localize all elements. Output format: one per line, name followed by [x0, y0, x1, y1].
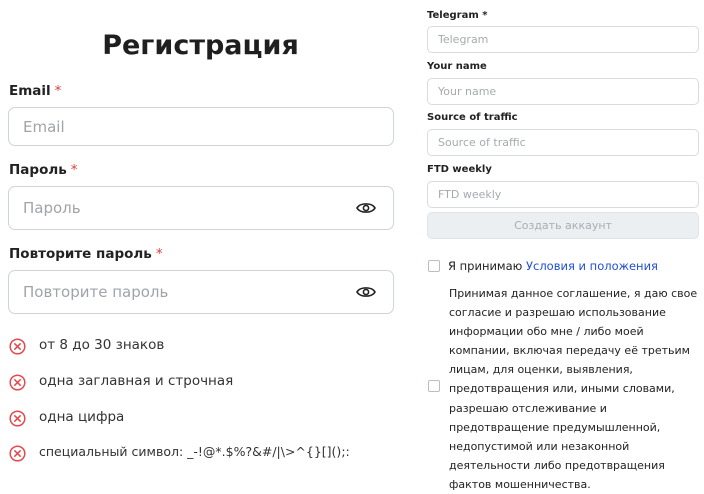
- x-circle-icon: [9, 373, 26, 391]
- source-of-traffic-field[interactable]: [427, 129, 699, 156]
- create-account-button[interactable]: Создать аккаунт: [427, 212, 699, 239]
- telegram-field[interactable]: [427, 26, 699, 53]
- password-rule: от 8 до 30 знаков: [9, 336, 389, 356]
- password-field[interactable]: [8, 186, 394, 230]
- terms-label: Я принимаю Условия и положения: [448, 259, 658, 273]
- email-label: Email *: [9, 83, 62, 99]
- x-circle-icon: [9, 444, 26, 462]
- required-mark: *: [482, 10, 488, 21]
- rule-text: одна заглавная и строчная: [39, 373, 234, 389]
- rule-text: от 8 до 30 знаков: [39, 337, 165, 353]
- email-field[interactable]: [8, 107, 394, 146]
- required-mark: *: [70, 162, 78, 178]
- terms-checkbox[interactable]: [428, 260, 440, 272]
- your-name-field[interactable]: [427, 78, 699, 105]
- consent-checkbox[interactable]: [428, 380, 440, 392]
- rule-text: одна цифра: [39, 409, 125, 425]
- password-rule: специальный символ: _-!@*.$%?&#/|\>^{}[]…: [9, 443, 404, 463]
- x-circle-icon: [9, 409, 26, 427]
- consent-text: Принимая данное соглашение, я даю свое с…: [449, 287, 698, 491]
- required-mark: *: [155, 246, 163, 262]
- terms-link[interactable]: Условия и положения: [526, 259, 658, 273]
- ftd-weekly-label: FTD weekly: [427, 164, 492, 175]
- password-rule: одна заглавная и строчная: [9, 372, 389, 392]
- telegram-label: Telegram *: [427, 10, 488, 21]
- source-of-traffic-label: Source of traffic: [427, 112, 518, 123]
- eye-icon[interactable]: [356, 285, 376, 299]
- page-title: Регистрация: [102, 30, 299, 61]
- required-mark: *: [54, 83, 62, 99]
- confirm-password-field[interactable]: [8, 270, 394, 314]
- confirm-password-label: Повторите пароль *: [9, 246, 163, 262]
- password-rule: одна цифра: [9, 408, 389, 428]
- eye-icon[interactable]: [356, 201, 376, 215]
- rule-text: специальный символ: _-!@*.$%?&#/|\>^{}[]…: [39, 444, 350, 459]
- ftd-weekly-field[interactable]: [427, 181, 699, 208]
- x-circle-icon: [9, 337, 26, 355]
- your-name-label: Your name: [427, 61, 487, 72]
- password-label: Пароль *: [9, 162, 78, 178]
